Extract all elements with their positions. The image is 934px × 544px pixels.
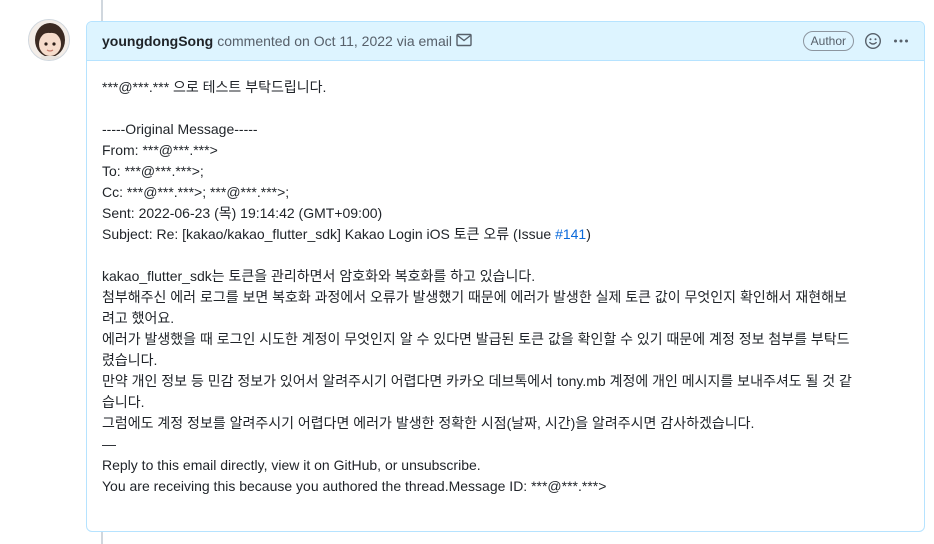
subject-line: Subject: Re: [kakao/kakao_flutter_sdk] K… [102,224,909,245]
smiley-icon[interactable] [864,32,882,50]
avatar[interactable] [28,19,70,61]
from-line: From: ***@***.***> [102,142,218,158]
paragraph-3b: 렸습니다. [102,352,158,368]
kebab-horizontal-icon[interactable] [892,32,910,50]
paragraph-1: kakao_flutter_sdk는 토큰을 관리하면서 암호화와 복호화를 하… [102,268,536,284]
avatar-image [29,20,69,60]
subject-prefix: Subject: Re: [kakao/kakao_flutter_sdk] K… [102,226,556,242]
paragraph-4b: 습니다. [102,394,145,410]
sent-line: Sent: 2022-06-23 (목) 19:14:42 (GMT+09:00… [102,205,383,221]
paragraph-5: 그럼에도 계정 정보를 알려주시기 어렵다면 에러가 발생한 정확한 시점(날짜… [102,415,755,431]
author-badge: Author [802,31,854,51]
reply-line: Reply to this email directly, view it on… [102,457,481,473]
author-link[interactable]: youngdongSong [102,33,213,49]
comment-meta[interactable]: commented on Oct 11, 2022 via email [217,33,452,49]
comment-box: youngdongSong commented on Oct 11, 2022 … [86,21,925,532]
cc-line: Cc: ***@***.***>; ***@***.***>; [102,184,290,200]
paragraph-3a: 에러가 발생했을 때 로그인 시도한 계정이 무엇인지 알 수 있다면 발급된 … [102,331,850,347]
paragraph-4a: 만약 개인 정보 등 민감 정보가 있어서 알려주시기 어렵다면 카카오 데브톡… [102,373,852,389]
issue-link[interactable]: #141 [555,226,586,242]
paragraph-2b: 려고 했어요. [102,310,175,326]
mail-icon [456,33,472,50]
paragraph-2a: 첨부해주신 에러 로그를 보면 복호화 과정에서 오류가 발생했기 때문에 에러… [102,289,847,305]
receiving-line: You are receiving this because you autho… [102,478,607,494]
comment-body: ***@***.*** 으로 테스트 부탁드립니다. -----Original… [87,61,924,497]
header-actions: Author [802,31,910,51]
body-line: ***@***.*** 으로 테스트 부탁드립니다. [102,79,327,95]
original-message-header: -----Original Message----- [102,121,258,137]
signature-dash: — [102,436,116,452]
subject-suffix: ) [586,226,591,242]
to-line: To: ***@***.***>; [102,163,204,179]
comment-header: youngdongSong commented on Oct 11, 2022 … [87,22,924,61]
